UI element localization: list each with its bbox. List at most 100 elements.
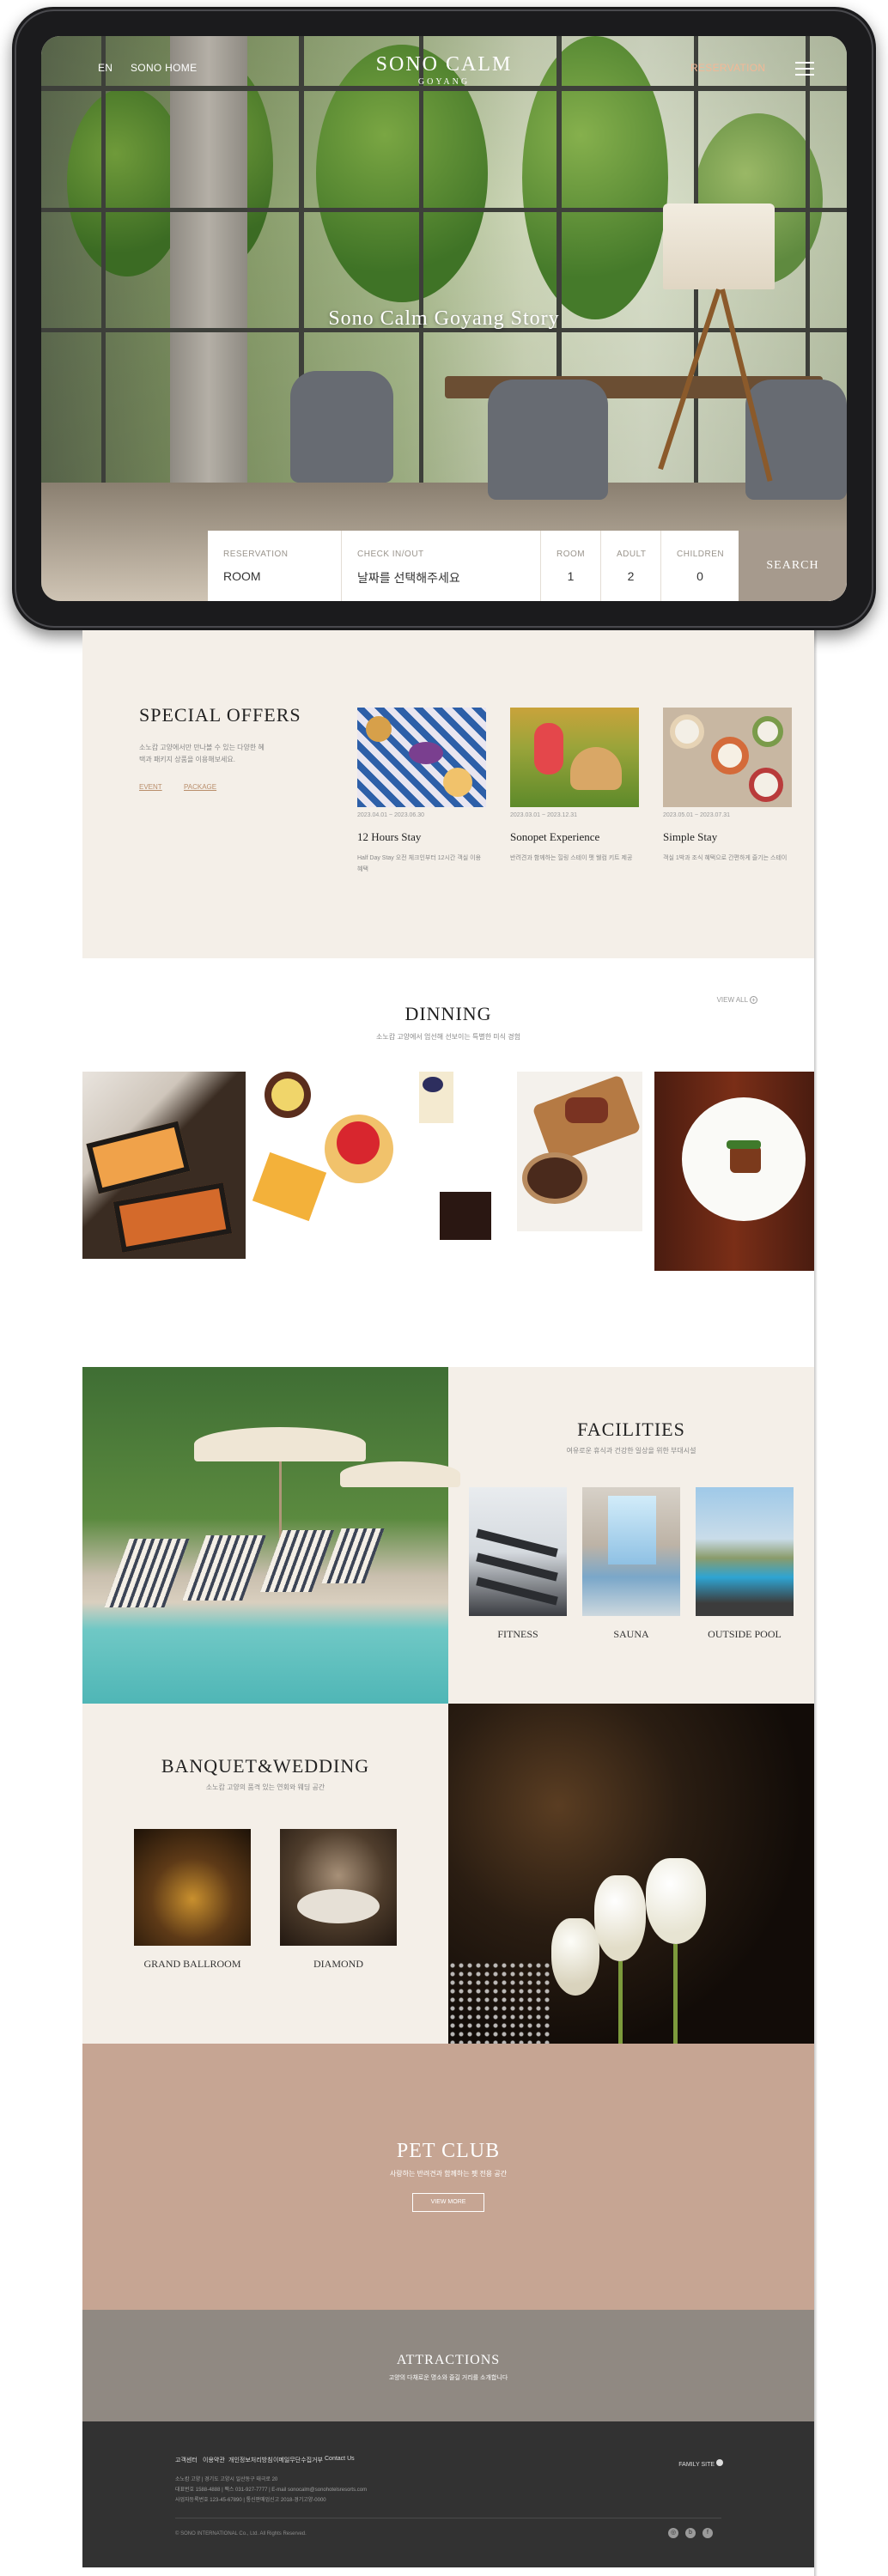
children-value: 0 bbox=[696, 569, 703, 583]
offer-desc: Half Day Stay 오전 체크인부터 12시간 객실 이용 혜택 bbox=[357, 855, 482, 872]
checkin-checkout-picker[interactable]: CHECK IN/OUT 날짜를 선택해주세요 bbox=[342, 531, 541, 601]
attractions-title: ATTRACTIONS bbox=[396, 2353, 501, 2367]
plus-circle-icon bbox=[716, 2459, 723, 2466]
pool-image bbox=[82, 1367, 460, 1704]
room-value: 1 bbox=[567, 569, 575, 583]
special-offers-section: SPECIAL OFFERS 소노캄 고양에서만 만나볼 수 있는 다양한 혜택… bbox=[82, 630, 814, 958]
facilities-section: FACILITIES 여유로운 휴식과 건강한 일상을 위한 부대시설 FITN… bbox=[82, 1367, 814, 1704]
footer-info: 소노캄 고양 | 경기도 고양시 일산동구 태극로 20 bbox=[175, 2477, 278, 2482]
facility-card-outside-pool[interactable]: OUTSIDE POOL bbox=[696, 1487, 794, 1641]
offer-desc: 반려견과 함께하는 힐링 스테이 펫 웰컴 키트 제공 bbox=[510, 855, 633, 861]
tulip-image bbox=[448, 1704, 814, 2044]
offer-title: 12 Hours Stay bbox=[357, 830, 422, 843]
offer-date: 2023.05.01 ~ 2023.07.31 bbox=[663, 812, 731, 818]
page-edge-shadow bbox=[814, 630, 818, 2576]
reservation-link[interactable]: RESERVATION bbox=[690, 62, 765, 74]
adult-count-select[interactable]: ADULT 2 bbox=[601, 531, 661, 601]
reservation-label: RESERVATION bbox=[223, 550, 289, 559]
tablet-screen: EN SONO HOME SONO CALM GOYANG RESERVATIO… bbox=[41, 36, 847, 601]
hero-title: Sono Calm Goyang Story bbox=[328, 307, 560, 330]
sauna-image bbox=[582, 1487, 680, 1616]
logo-sub: GOYANG bbox=[417, 77, 471, 87]
dinning-image[interactable] bbox=[82, 1072, 246, 1259]
search-button[interactable]: SEARCH bbox=[739, 531, 847, 601]
family-site-label: FAMILY SITE bbox=[678, 2462, 715, 2468]
facility-label: SAUNA bbox=[613, 1628, 649, 1640]
footer-link[interactable]: 이용약관 bbox=[203, 2456, 225, 2464]
dinning-image[interactable] bbox=[252, 1072, 491, 1240]
banquet-card-diamond[interactable]: DIAMOND bbox=[280, 1829, 397, 1971]
adult-value: 2 bbox=[627, 569, 635, 583]
pet-club-section: PET CLUB 사랑하는 반려견과 함께하는 펫 전용 공간 VIEW MOR… bbox=[82, 2044, 814, 2310]
children-label: CHILDREN bbox=[677, 550, 725, 559]
menu-icon[interactable] bbox=[795, 62, 814, 76]
banquet-label: DIAMOND bbox=[313, 1958, 363, 1970]
footer-link[interactable]: 고객센터 bbox=[175, 2456, 198, 2464]
copyright: © SONO INTERNATIONAL Co., Ltd. All Right… bbox=[175, 2531, 307, 2537]
tab-package[interactable]: PACKAGE bbox=[184, 783, 216, 791]
attractions-section[interactable]: ATTRACTIONS 고양의 다채로운 명소와 즐길 거리를 소개합니다 bbox=[82, 2310, 814, 2421]
facility-label: FITNESS bbox=[497, 1628, 538, 1640]
offer-title: Sonopet Experience bbox=[510, 830, 600, 843]
offer-desc: 객실 1박과 조식 혜택으로 간편하게 즐기는 스테이 bbox=[663, 855, 788, 861]
special-offers-title: SPECIAL OFFERS bbox=[139, 704, 301, 726]
fitness-image bbox=[469, 1487, 567, 1616]
facebook-icon[interactable]: f bbox=[702, 2528, 713, 2538]
dinning-title: DINNING bbox=[404, 1003, 492, 1024]
plus-circle-icon: + bbox=[750, 996, 757, 1004]
diamond-image bbox=[280, 1829, 397, 1946]
pet-club-sub: 사랑하는 반려견과 함께하는 펫 전용 공간 bbox=[389, 2170, 508, 2178]
children-count-select[interactable]: CHILDREN 0 bbox=[661, 531, 739, 601]
offer-image bbox=[663, 708, 792, 807]
banquet-sub: 소노캄 고양의 품격 있는 연회와 웨딩 공간 bbox=[205, 1783, 325, 1791]
facility-card-sauna[interactable]: SAUNA bbox=[582, 1487, 680, 1641]
facility-card-fitness[interactable]: FITNESS bbox=[469, 1487, 567, 1641]
dinning-sub: 소노캄 고양에서 엄선해 선보이는 특별한 미식 경험 bbox=[376, 1033, 520, 1041]
dinning-image[interactable] bbox=[654, 1072, 814, 1271]
facility-label: OUTSIDE POOL bbox=[708, 1628, 782, 1640]
outside-pool-image bbox=[696, 1487, 794, 1616]
view-all-link[interactable]: VIEW ALL + bbox=[717, 996, 757, 1004]
blog-icon[interactable]: b bbox=[685, 2528, 696, 2538]
grand-ballroom-image bbox=[134, 1829, 251, 1946]
instagram-icon[interactable]: ◎ bbox=[668, 2528, 678, 2538]
hero-image: EN SONO HOME SONO CALM GOYANG RESERVATIO… bbox=[41, 36, 847, 601]
dinning-image[interactable] bbox=[517, 1072, 642, 1231]
facilities-sub: 여유로운 휴식과 건강한 일상을 위한 부대시설 bbox=[566, 1447, 696, 1455]
room-count-select[interactable]: ROOM 1 bbox=[541, 531, 601, 601]
banquet-wedding-section: BANQUET&WEDDING 소노캄 고양의 품격 있는 연회와 웨딩 공간 … bbox=[82, 1704, 814, 2044]
family-site-select[interactable]: FAMILY SITE bbox=[678, 2459, 723, 2468]
banquet-label: GRAND BALLROOM bbox=[143, 1958, 241, 1970]
offer-card[interactable]: 2023.05.01 ~ 2023.07.31 Simple Stay 객실 1… bbox=[663, 708, 792, 864]
footer-link[interactable]: 개인정보처리방침 bbox=[228, 2456, 273, 2464]
reservation-type-select[interactable]: RESERVATION ROOM bbox=[208, 531, 342, 601]
offer-card[interactable]: 2023.04.01 ~ 2023.06.30 12 Hours Stay Ha… bbox=[357, 708, 486, 875]
offer-image bbox=[357, 708, 486, 807]
facilities-title: FACILITIES bbox=[577, 1419, 685, 1440]
offer-image bbox=[510, 708, 639, 807]
attractions-sub: 고양의 다채로운 명소와 즐길 거리를 소개합니다 bbox=[388, 2375, 508, 2381]
footer-link[interactable]: Contact Us bbox=[325, 2456, 355, 2462]
special-offers-desc: 소노캄 고양에서만 만나볼 수 있는 다양한 혜택과 패키지 상품을 이용해보세… bbox=[139, 744, 265, 763]
adult-label: ADULT bbox=[617, 550, 647, 559]
reservation-value: ROOM bbox=[223, 569, 261, 583]
footer: 고객센터 이용약관 개인정보처리방침 이메일무단수집거부 Contact Us … bbox=[82, 2421, 814, 2567]
view-all-label: VIEW ALL bbox=[716, 996, 748, 1004]
pet-club-view-more-button[interactable]: VIEW MORE bbox=[412, 2193, 484, 2212]
banquet-title: BANQUET&WEDDING bbox=[161, 1755, 370, 1777]
offer-date: 2023.04.01 ~ 2023.06.30 bbox=[357, 812, 425, 818]
banquet-card-grand-ballroom[interactable]: GRAND BALLROOM bbox=[134, 1829, 251, 1971]
checkin-label: CHECK IN/OUT bbox=[357, 550, 424, 559]
footer-link[interactable]: 이메일무단수집거부 bbox=[273, 2456, 323, 2464]
footer-info: 대표번호 1588-4888 | 팩스 031-927-7777 | E-mai… bbox=[175, 2488, 368, 2493]
page-content: SPECIAL OFFERS 소노캄 고양에서만 만나볼 수 있는 다양한 혜택… bbox=[82, 630, 814, 2567]
tab-event[interactable]: EVENT bbox=[139, 783, 162, 791]
booking-bar: RESERVATION ROOM CHECK IN/OUT 날짜를 선택해주세요… bbox=[208, 531, 847, 601]
pet-club-title: PET CLUB bbox=[396, 2140, 501, 2162]
room-label: ROOM bbox=[557, 550, 586, 559]
checkin-value: 날짜를 선택해주세요 bbox=[357, 571, 460, 585]
dinning-section: DINNING 소노캄 고양에서 엄선해 선보이는 특별한 미식 경험 VIEW… bbox=[82, 958, 814, 1367]
tablet-frame: EN SONO HOME SONO CALM GOYANG RESERVATIO… bbox=[12, 7, 876, 630]
offer-card[interactable]: 2023.03.01 ~ 2023.12.31 Sonopet Experien… bbox=[510, 708, 639, 864]
offer-date: 2023.03.01 ~ 2023.12.31 bbox=[510, 812, 578, 818]
